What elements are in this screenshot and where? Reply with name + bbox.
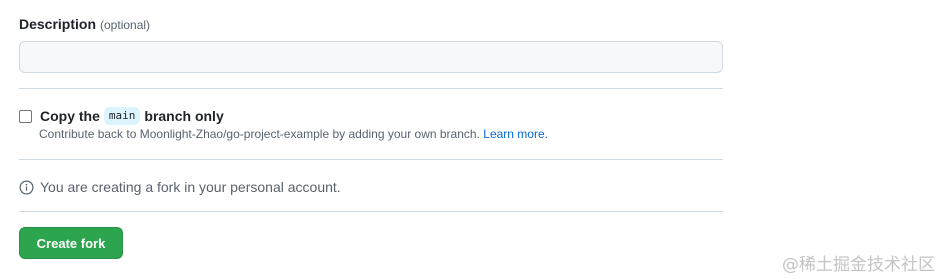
create-fork-button[interactable]: Create fork — [19, 227, 123, 259]
branch-name-code: main — [103, 107, 141, 125]
copy-branch-label[interactable]: Copy the main branch only — [40, 107, 224, 125]
copy-note-text: Contribute back to Moonlight-Zhao/go-pro… — [39, 127, 480, 141]
description-label-row: Description (optional) — [19, 16, 150, 36]
info-message: You are creating a fork in your personal… — [19, 177, 341, 197]
info-icon — [19, 180, 34, 195]
info-text: You are creating a fork in your personal… — [40, 179, 341, 195]
divider — [19, 159, 723, 160]
optional-hint: (optional) — [100, 18, 151, 32]
description-input[interactable] — [19, 41, 723, 73]
copy-label-prefix: Copy the — [40, 108, 100, 124]
watermark: @稀土掘金技术社区 — [782, 255, 935, 275]
fork-form-page: Description (optional) Copy the main bra… — [0, 0, 943, 279]
copy-branch-note: Contribute back to Moonlight-Zhao/go-pro… — [39, 127, 548, 141]
copy-branch-checkbox[interactable] — [19, 109, 32, 123]
copy-label-suffix: branch only — [144, 108, 224, 124]
learn-more-link[interactable]: Learn more. — [483, 127, 548, 141]
divider — [19, 211, 723, 212]
description-label: Description — [19, 16, 97, 32]
copy-branch-row: Copy the main branch only — [19, 106, 224, 126]
divider — [19, 88, 723, 89]
